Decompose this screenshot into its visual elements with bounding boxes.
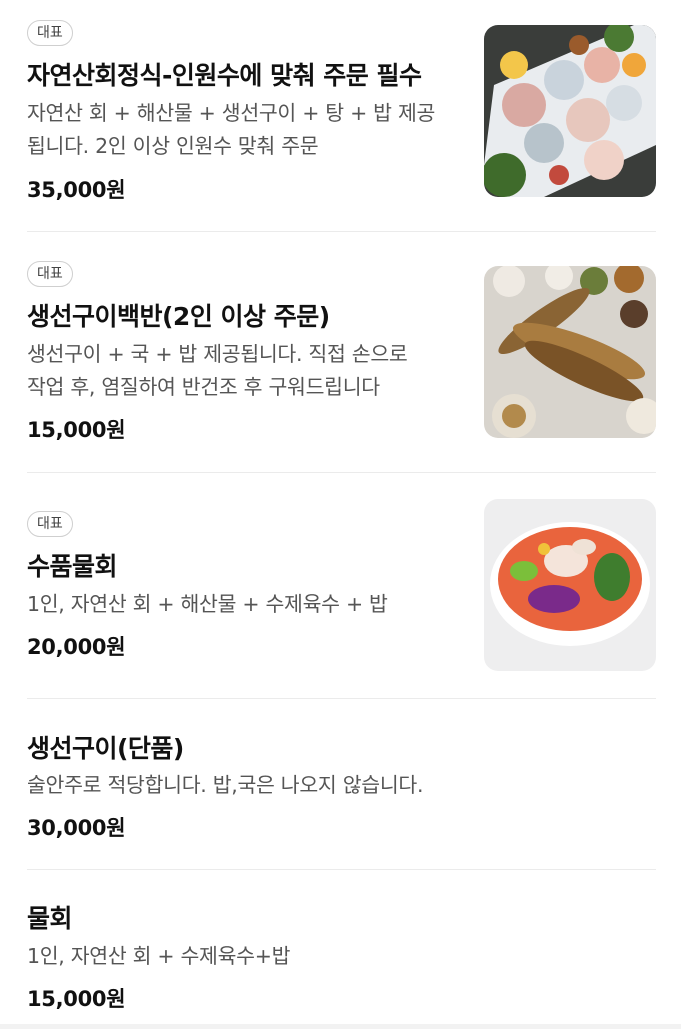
menu-item-price: 35,000원 xyxy=(27,178,126,202)
menu-item-description: 1인, 자연산 회 + 해산물 + 수제육수 + 밥 xyxy=(27,588,388,621)
menu-item-name: 자연산회정식-인원수에 맞춰 주문 필수 xyxy=(27,61,422,90)
divider xyxy=(27,472,656,473)
divider xyxy=(27,231,656,232)
signature-badge: 대표 xyxy=(27,20,73,46)
menu-item-description-line: 1인, 자연산 회 + 해산물 + 수제육수 + 밥 xyxy=(27,592,388,616)
menu-item-price: 30,000원 xyxy=(27,816,126,840)
menu-item-description: 생선구이 + 국 + 밥 제공됩니다. 직접 손으로 작업 후, 염질하여 반건… xyxy=(27,338,408,404)
menu-item-description-line: 됩니다. 2인 이상 인원수 맞춰 주문 xyxy=(27,134,319,158)
mulhoe-bowl-photo[interactable] xyxy=(484,499,656,671)
divider xyxy=(27,698,656,699)
menu-item-description-line: 작업 후, 염질하여 반건조 후 구워드립니다 xyxy=(27,375,380,399)
menu-item-name: 생선구이백반(2인 이상 주문) xyxy=(27,302,330,331)
menu-item-description-line: 자연산 회 + 해산물 + 생선구이 + 탕 + 밥 제공 xyxy=(27,101,436,125)
bottom-divider xyxy=(0,1024,681,1029)
menu-item-description: 술안주로 적당합니다. 밥,국은 나오지 않습니다. xyxy=(27,769,423,802)
sashimi-platter-photo[interactable] xyxy=(484,25,656,197)
menu-item-description: 자연산 회 + 해산물 + 생선구이 + 탕 + 밥 제공 됩니다. 2인 이상… xyxy=(27,97,435,163)
signature-badge: 대표 xyxy=(27,261,73,287)
menu-item-price: 15,000원 xyxy=(27,987,126,1011)
menu-item-description-line: 술안주로 적당합니다. 밥,국은 나오지 않습니다. xyxy=(27,773,424,797)
signature-badge: 대표 xyxy=(27,511,73,537)
grilled-fish-photo[interactable] xyxy=(484,266,656,438)
menu-item-name: 수품물회 xyxy=(27,552,118,581)
menu-item-price: 20,000원 xyxy=(27,635,126,659)
menu-item-name: 생선구이(단품) xyxy=(27,734,184,763)
divider xyxy=(27,869,656,870)
menu-item-description-line: 생선구이 + 국 + 밥 제공됩니다. 직접 손으로 xyxy=(27,342,408,366)
menu-item-name: 물회 xyxy=(27,904,73,933)
menu-item-description-line: 1인, 자연산 회 + 수제육수+밥 xyxy=(27,944,291,968)
menu-item-price: 15,000원 xyxy=(27,418,126,442)
menu-item-description: 1인, 자연산 회 + 수제육수+밥 xyxy=(27,940,290,973)
